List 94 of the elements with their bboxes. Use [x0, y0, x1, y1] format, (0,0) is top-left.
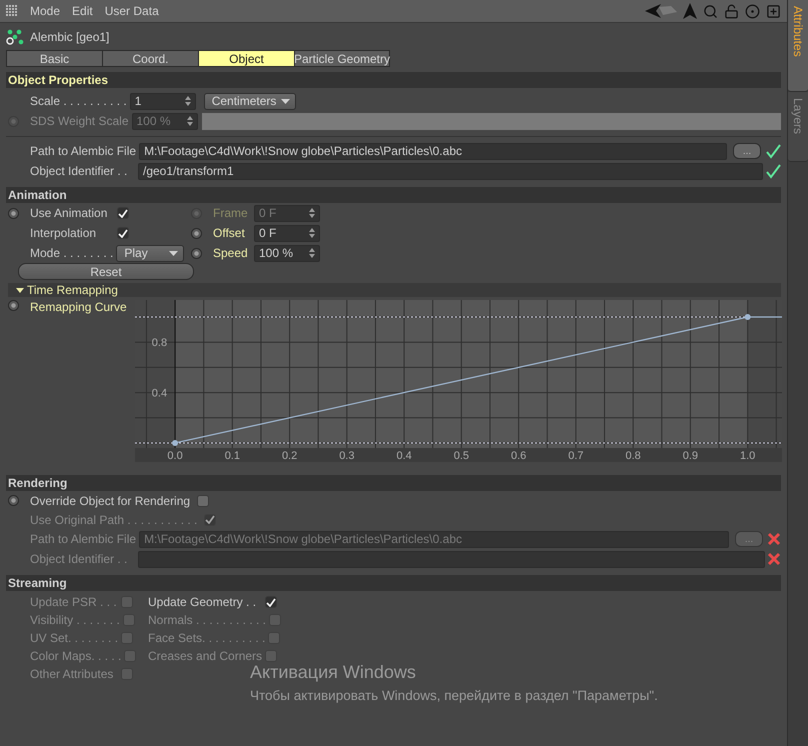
field-label: Face Sets. . . . . . . . . .: [148, 631, 266, 645]
slider-track[interactable]: [202, 112, 781, 130]
axis-label: 0.8: [625, 450, 641, 462]
field-label: Scale . . . . . . . . . .: [30, 94, 128, 108]
spinner-arrows-icon[interactable]: [309, 208, 315, 218]
field-label: Mode . . . . . . . .: [30, 246, 114, 260]
back-arrow-icon[interactable]: [645, 4, 677, 18]
input-field[interactable]: [138, 550, 765, 568]
caret-icon: [280, 98, 290, 104]
side-tab[interactable]: Layers: [788, 92, 808, 162]
tab[interactable]: Coord.: [102, 50, 199, 67]
checkbox[interactable]: [265, 596, 277, 608]
tab[interactable]: Basic: [6, 50, 103, 67]
field-label: Use Original Path . . . . . . . . . . .: [30, 512, 198, 526]
section-header: Rendering: [6, 475, 781, 491]
watermark-text: Чтобы активировать Windows, перейдите в раздел "Параметры".: [250, 688, 658, 703]
search-icon[interactable]: [703, 4, 718, 18]
section-header: Animation: [6, 187, 781, 203]
field-label: Creases and Corners: [148, 649, 264, 663]
tab[interactable]: Object: [198, 50, 295, 67]
axis-label: 0.7: [568, 450, 584, 462]
expand-triangle-icon[interactable]: [16, 288, 24, 292]
input-field[interactable]: /geo1/transform1: [138, 162, 763, 180]
unit-dropdown[interactable]: Centimeters: [204, 92, 296, 110]
new-panel-icon[interactable]: [766, 4, 781, 18]
field-label: Offset: [213, 226, 246, 240]
spinner-arrows-icon[interactable]: [309, 248, 315, 258]
checkbox[interactable]: [117, 227, 129, 239]
field-label: Other Attributes: [30, 667, 114, 681]
number-field[interactable]: 100 %: [254, 244, 320, 262]
spinner-arrows-icon[interactable]: [309, 228, 315, 238]
spinner-arrows-icon[interactable]: [184, 96, 191, 106]
field-label: Speed: [213, 246, 249, 260]
curve-point[interactable]: [744, 314, 751, 320]
field-label: Path to Alembic File: [30, 144, 138, 158]
field-label: Normals . . . . . . . . . . .: [148, 613, 268, 627]
reset-button[interactable]: Reset: [18, 263, 194, 280]
field-label: Color Maps. . . . .: [30, 649, 122, 663]
spinner-arrows-icon[interactable]: [186, 116, 192, 126]
field-label: Interpolation: [30, 226, 98, 240]
curve-graph[interactable]: 0.4 0.8 0.0 0.1 0.2 0.3 0.4 0.5 0.6 0.7 0.8 0.9 1.0: [135, 300, 782, 462]
field-label: Frame: [213, 206, 249, 220]
grid-icon[interactable]: [6, 5, 18, 17]
side-tab[interactable]: Attributes: [788, 0, 808, 92]
axis-label: 0.1: [224, 450, 240, 462]
keyframe-toggle[interactable]: [191, 248, 202, 258]
field-label: UV Set. . . . . . . .: [30, 631, 120, 645]
curve-point[interactable]: [172, 440, 178, 446]
browse-button[interactable]: ...: [733, 143, 761, 159]
object-title: Alembic [geo1]: [30, 30, 110, 44]
field-label: Use Animation: [30, 206, 108, 220]
section-header: Object Properties: [6, 72, 781, 88]
axis-label: 0.2: [282, 450, 298, 462]
group-header[interactable]: Time Remapping: [8, 283, 781, 297]
menu-item[interactable]: User Data: [104, 4, 159, 18]
field-label: Path to Alembic File: [30, 532, 138, 546]
dots-icon: [6, 29, 24, 45]
field-label: Remapping Curve: [30, 300, 128, 314]
input-field[interactable]: M:\Footage\C4d\Work\!Snow globe\Particles\Particles\0.abc: [139, 142, 727, 160]
field-label: Object Identifier . .: [30, 164, 128, 178]
checkbox[interactable]: [197, 494, 210, 506]
target-icon[interactable]: [745, 4, 760, 18]
group-title: Time Remapping: [27, 283, 118, 297]
field-label: Object Identifier . .: [30, 552, 128, 566]
keyframe-toggle[interactable]: [191, 228, 202, 238]
axis-label: 0.9: [682, 450, 698, 462]
axis-label: 0.8: [152, 337, 168, 350]
axis-label: 1.0: [740, 450, 756, 462]
section-header: Streaming: [6, 575, 781, 591]
axis-label: 0.3: [339, 450, 354, 462]
field-label: Update Geometry . .: [148, 595, 258, 609]
mode-dropdown[interactable]: Play: [116, 244, 184, 262]
keyframe-toggle[interactable]: [8, 208, 19, 218]
field-label: Override Object for Rendering: [30, 494, 192, 508]
watermark-title: Активация Windows: [250, 662, 416, 682]
unlock-icon[interactable]: [724, 4, 739, 18]
menu-item[interactable]: Edit: [72, 4, 93, 18]
axis-label: 0.6: [510, 450, 526, 462]
field-label: SDS Weight Scale: [30, 114, 130, 128]
axis-label: 0.4: [152, 388, 168, 400]
number-field[interactable]: 0 F: [254, 224, 320, 242]
axis-label: 0.0: [167, 450, 183, 462]
checkbox[interactable]: [117, 207, 129, 219]
keyframe-toggle[interactable]: [8, 300, 19, 311]
menu-item[interactable]: Mode: [30, 4, 60, 18]
field-label: Update PSR . . .: [30, 595, 118, 609]
up-arrow-icon[interactable]: [683, 3, 697, 19]
axis-label: 0.5: [454, 450, 469, 462]
axis-label: 0.4: [396, 450, 412, 462]
tab[interactable]: Particle Geometry: [294, 50, 390, 67]
keyframe-toggle[interactable]: [8, 495, 19, 506]
number-field[interactable]: 1: [130, 92, 196, 110]
caret-icon: [169, 250, 178, 256]
field-label: Visibility . . . . . . .: [30, 613, 121, 627]
